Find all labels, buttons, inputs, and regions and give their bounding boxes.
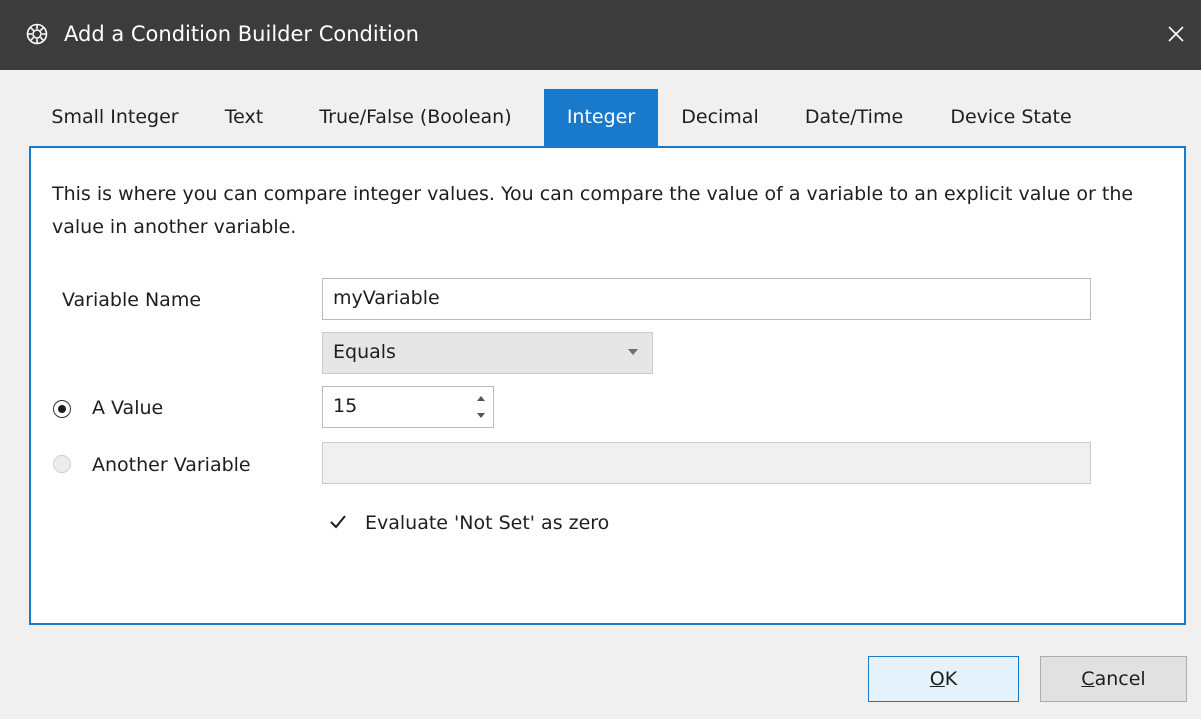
- a-value-label: A Value: [92, 397, 164, 419]
- tab-boolean[interactable]: True/False (Boolean): [287, 89, 544, 147]
- title-bar: Add a Condition Builder Condition: [0, 0, 1201, 70]
- tab-small-integer[interactable]: Small Integer: [29, 89, 201, 147]
- a-value-radio[interactable]: [53, 400, 71, 418]
- tab-device-state[interactable]: Device State: [926, 89, 1096, 147]
- tab-strip: Small Integer Text True/False (Boolean) …: [29, 89, 1201, 147]
- chevron-down-icon: [628, 349, 638, 355]
- a-value-numeric-input[interactable]: 15: [322, 386, 494, 428]
- tab-decimal[interactable]: Decimal: [658, 89, 782, 147]
- evaluate-not-set-label: Evaluate 'Not Set' as zero: [365, 512, 610, 534]
- window-title: Add a Condition Builder Condition: [64, 22, 419, 46]
- cancel-label: Cancel: [1081, 668, 1146, 690]
- variable-name-input[interactable]: myVariable: [322, 278, 1091, 320]
- tab-date-time[interactable]: Date/Time: [782, 89, 926, 147]
- variable-name-label: Variable Name: [62, 289, 202, 311]
- another-variable-radio[interactable]: [53, 455, 71, 473]
- integer-tab-panel: This is where you can compare integer va…: [29, 146, 1186, 625]
- tab-integer[interactable]: Integer: [544, 89, 658, 147]
- condition-dialog: Add a Condition Builder Condition Small …: [0, 0, 1201, 719]
- ok-button[interactable]: OK: [868, 656, 1019, 702]
- another-variable-input[interactable]: [322, 442, 1091, 484]
- panel-description: This is where you can compare integer va…: [52, 183, 1134, 238]
- ok-label: OK: [929, 668, 958, 690]
- comparison-dropdown[interactable]: Equals: [322, 332, 653, 374]
- cancel-button[interactable]: Cancel: [1040, 656, 1187, 702]
- spin-up-icon[interactable]: [475, 393, 487, 405]
- close-icon[interactable]: [1156, 14, 1196, 54]
- spin-down-icon[interactable]: [475, 409, 487, 421]
- tab-text[interactable]: Text: [201, 89, 287, 147]
- another-variable-label: Another Variable: [92, 454, 251, 476]
- a-value-text: 15: [333, 395, 358, 417]
- comparison-selected: Equals: [333, 341, 396, 363]
- gear-badge-icon: [26, 23, 48, 45]
- evaluate-not-set-checkbox[interactable]: [328, 512, 348, 532]
